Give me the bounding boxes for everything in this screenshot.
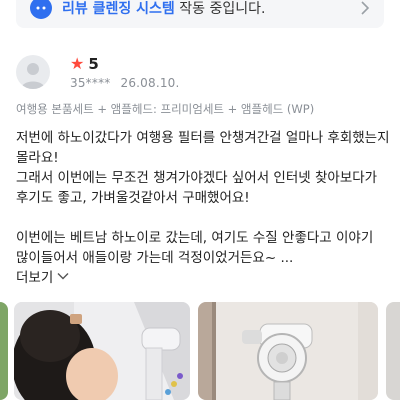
review-photo[interactable] — [0, 302, 8, 400]
reviewer-id: 35**** — [70, 75, 111, 90]
banner-suffix: 작동 중입니다. — [174, 1, 266, 17]
review-date: 26.08.10. — [120, 75, 180, 90]
banner-text: 리뷰 클렌징 시스템 작동 중입니다. — [62, 0, 265, 18]
review-cleaning-banner[interactable]: 리뷰 클렌징 시스템 작동 중입니다. — [16, 0, 384, 28]
review-meta: 35**** 26.08.10. — [70, 76, 180, 90]
review-line: 후기도 좋고, 가벼울것같아서 구매했어요! — [16, 190, 250, 206]
banner-highlight: 리뷰 클렌징 시스템 — [62, 1, 175, 17]
chevron-right-icon — [360, 0, 370, 21]
chevron-down-icon — [57, 273, 69, 280]
more-button[interactable]: 더보기 — [16, 266, 69, 286]
review-photo[interactable] — [198, 302, 378, 400]
review-body: 저번에 하노이갔다가 여행용 필터를 안챙겨간걸 얼마나 후회했는지 몰라요! … — [16, 128, 390, 268]
purchased-options: 여행용 본품세트 + 앰플헤드: 프리미엄세트 + 앰플헤드 (WP) — [16, 102, 315, 116]
review-line: 많이들어서 애들이랑 가는데 걱정이었거든요~ ... — [16, 250, 294, 266]
review-line: 몰라요! — [16, 150, 59, 166]
review-line: 그래서 이번에는 무조건 챙겨가야겠다 싶어서 인터넷 찾아보다가 — [16, 170, 378, 186]
photo-child-shower-head — [14, 302, 190, 400]
review-photo[interactable] — [386, 302, 400, 400]
review-header: ★ 5 35**** 26.08.10. — [16, 54, 180, 90]
rating-row: ★ 5 — [70, 55, 180, 73]
more-label: 더보기 — [16, 270, 54, 286]
review-cleaning-icon — [30, 0, 52, 19]
rating-block: ★ 5 35**** 26.08.10. — [70, 55, 180, 90]
default-user-icon — [21, 63, 45, 89]
review-photo[interactable] — [14, 302, 190, 400]
star-icon: ★ — [70, 53, 85, 73]
review-line: 이번에는 베트남 하노이로 갔는데, 여기도 수질 안좋다고 이야기 — [16, 230, 374, 246]
rating-score: 5 — [88, 54, 99, 73]
review-line: 저번에 하노이갔다가 여행용 필터를 안챙겨간걸 얼마나 후회했는지 — [16, 130, 390, 146]
avatar[interactable] — [16, 55, 50, 89]
review-photos — [0, 302, 400, 400]
photo-shower-filter — [198, 302, 378, 400]
